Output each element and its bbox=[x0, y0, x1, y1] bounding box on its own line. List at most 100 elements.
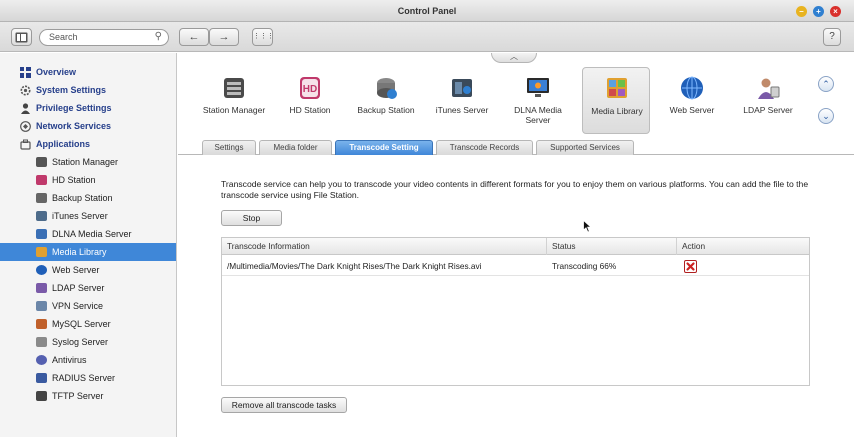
tab-bar: Settings Media folder Transcode Setting … bbox=[178, 139, 854, 155]
antivirus-icon bbox=[36, 355, 47, 365]
control-panel-window: Control Panel – + × Search ⚲ ← → ⋮⋮⋮ ? O… bbox=[0, 0, 854, 437]
sidebar-item-label: Syslog Server bbox=[52, 337, 109, 347]
sidebar-item-backup-station[interactable]: Backup Station bbox=[0, 189, 176, 207]
tab-transcode-records[interactable]: Transcode Records bbox=[436, 140, 533, 155]
radius-server-icon bbox=[36, 373, 47, 383]
sidebar-header-label: Overview bbox=[36, 67, 77, 77]
chevron-down-icon: ⌄ bbox=[822, 111, 830, 121]
close-button[interactable]: × bbox=[830, 6, 841, 17]
tab-supported-services[interactable]: Supported Services bbox=[536, 140, 634, 155]
title-bar: Control Panel – + × bbox=[0, 0, 854, 22]
maximize-button[interactable]: + bbox=[813, 6, 824, 17]
media-library-icon bbox=[607, 78, 627, 98]
app-label: Station Manager bbox=[202, 105, 266, 115]
media-library-icon bbox=[36, 247, 47, 257]
sidebar-item-web-server[interactable]: Web Server bbox=[0, 261, 176, 279]
station-manager-icon bbox=[224, 78, 244, 98]
sidebar-item-dlna-media-server[interactable]: DLNA Media Server bbox=[0, 225, 176, 243]
sidebar-toggle-button[interactable] bbox=[11, 28, 32, 46]
table-row[interactable]: /Multimedia/Movies/The Dark Knight Rises… bbox=[222, 256, 809, 276]
itunes-server-icon bbox=[36, 211, 47, 221]
help-button[interactable]: ? bbox=[823, 28, 841, 46]
sidebar-item-radius-server[interactable]: RADIUS Server bbox=[0, 369, 176, 387]
app-ldap-server[interactable]: LDAP Server bbox=[734, 73, 802, 135]
tab-transcode-setting[interactable]: Transcode Setting bbox=[335, 140, 433, 155]
syslog-server-icon bbox=[36, 337, 47, 347]
search-input[interactable]: Search ⚲ bbox=[39, 29, 169, 46]
sidebar-header-label: Privilege Settings bbox=[36, 103, 112, 113]
transcode-status: Transcoding 66% bbox=[552, 261, 617, 271]
close-icon bbox=[686, 262, 695, 271]
sidebar-item-label: Antivirus bbox=[52, 355, 87, 365]
sidebar-item-hd-station[interactable]: HD Station bbox=[0, 171, 176, 189]
column-header-action[interactable]: Action bbox=[677, 238, 809, 255]
app-media-library[interactable]: Media Library bbox=[582, 67, 650, 134]
tab-settings[interactable]: Settings bbox=[202, 140, 256, 155]
sidebar-item-itunes-server[interactable]: iTunes Server bbox=[0, 207, 176, 225]
sidebar-item-label: Backup Station bbox=[52, 193, 113, 203]
scroll-up-button[interactable]: ⌃ bbox=[818, 76, 834, 92]
app-web-server[interactable]: Web Server bbox=[658, 73, 726, 135]
dlna-media-server-icon bbox=[36, 229, 47, 239]
tab-media-folder[interactable]: Media folder bbox=[259, 140, 332, 155]
collapse-app-bar-button[interactable]: ︿ bbox=[491, 53, 537, 63]
column-header-status[interactable]: Status bbox=[547, 238, 677, 255]
tftp-server-icon bbox=[36, 391, 47, 401]
sidebar-item-tftp-server[interactable]: TFTP Server bbox=[0, 387, 176, 405]
sidebar-item-label: RADIUS Server bbox=[52, 373, 116, 383]
app-dlna-media-server[interactable]: DLNA Media Server bbox=[504, 73, 572, 135]
back-button[interactable]: ← bbox=[179, 28, 209, 46]
stop-button[interactable]: Stop bbox=[221, 210, 282, 226]
grid-icon: ⋮⋮⋮ bbox=[253, 33, 274, 40]
app-backup-station[interactable]: Backup Station bbox=[352, 73, 420, 135]
sidebar-item-label: Web Server bbox=[52, 265, 100, 275]
sidebar-header-label: Applications bbox=[36, 139, 91, 149]
sidebar: Overview System Settings Privilege Setti… bbox=[0, 53, 177, 437]
hd-station-icon bbox=[36, 175, 47, 185]
search-icon: ⚲ bbox=[154, 31, 162, 42]
app-itunes-server[interactable]: iTunes Server bbox=[428, 73, 496, 135]
sidebar-header-label: System Settings bbox=[36, 85, 107, 95]
dlna-media-server-icon bbox=[527, 78, 549, 97]
sidebar-item-mysql-server[interactable]: MySQL Server bbox=[0, 315, 176, 333]
mouse-cursor-icon bbox=[583, 220, 592, 233]
sidebar-item-vpn-service[interactable]: VPN Service bbox=[0, 297, 176, 315]
app-label: DLNA Media Server bbox=[514, 105, 562, 125]
minimize-button[interactable]: – bbox=[796, 6, 807, 17]
window-title: Control Panel bbox=[397, 6, 457, 16]
app-hd-station[interactable]: HD HD Station bbox=[276, 73, 344, 135]
sidebar-item-syslog-server[interactable]: Syslog Server bbox=[0, 333, 176, 351]
svg-text:HD: HD bbox=[303, 84, 317, 95]
network-icon bbox=[20, 121, 31, 132]
toolbar: Search ⚲ ← → ⋮⋮⋮ ? bbox=[0, 22, 854, 52]
app-label: Web Server bbox=[669, 105, 715, 115]
station-manager-icon bbox=[36, 157, 47, 167]
forward-button[interactable]: → bbox=[209, 28, 239, 46]
app-station-manager[interactable]: Station Manager bbox=[200, 73, 268, 135]
sidebar-item-label: Media Library bbox=[52, 247, 107, 257]
app-label: Media Library bbox=[591, 106, 643, 116]
app-label: HD Station bbox=[289, 105, 331, 115]
transcode-description: Transcode service can help you to transc… bbox=[221, 179, 809, 200]
sidebar-item-station-manager[interactable]: Station Manager bbox=[0, 153, 176, 171]
ldap-server-icon bbox=[36, 283, 47, 293]
chevron-up-icon: ⌃ bbox=[822, 79, 830, 89]
web-server-icon bbox=[36, 265, 47, 275]
remove-all-tasks-button[interactable]: Remove all transcode tasks bbox=[221, 397, 347, 413]
hd-station-icon: HD bbox=[300, 77, 320, 99]
sidebar-toggle-icon bbox=[15, 32, 28, 43]
delete-task-button[interactable] bbox=[684, 260, 697, 273]
column-header-transcode-information[interactable]: Transcode Information bbox=[222, 238, 547, 255]
transcode-file-path: /Multimedia/Movies/The Dark Knight Rises… bbox=[227, 261, 482, 271]
sidebar-item-label: TFTP Server bbox=[52, 391, 104, 401]
sidebar-item-ldap-server[interactable]: LDAP Server bbox=[0, 279, 176, 297]
sidebar-item-label: MySQL Server bbox=[52, 319, 111, 329]
sidebar-item-media-library[interactable]: Media Library bbox=[0, 243, 176, 261]
app-grid-button[interactable]: ⋮⋮⋮ bbox=[252, 28, 274, 46]
gear-icon bbox=[20, 85, 31, 96]
backup-station-icon bbox=[377, 78, 397, 99]
scroll-down-button[interactable]: ⌄ bbox=[818, 108, 834, 124]
sidebar-item-label: DLNA Media Server bbox=[52, 229, 132, 239]
sidebar-item-antivirus[interactable]: Antivirus bbox=[0, 351, 176, 369]
help-icon: ? bbox=[829, 31, 835, 42]
